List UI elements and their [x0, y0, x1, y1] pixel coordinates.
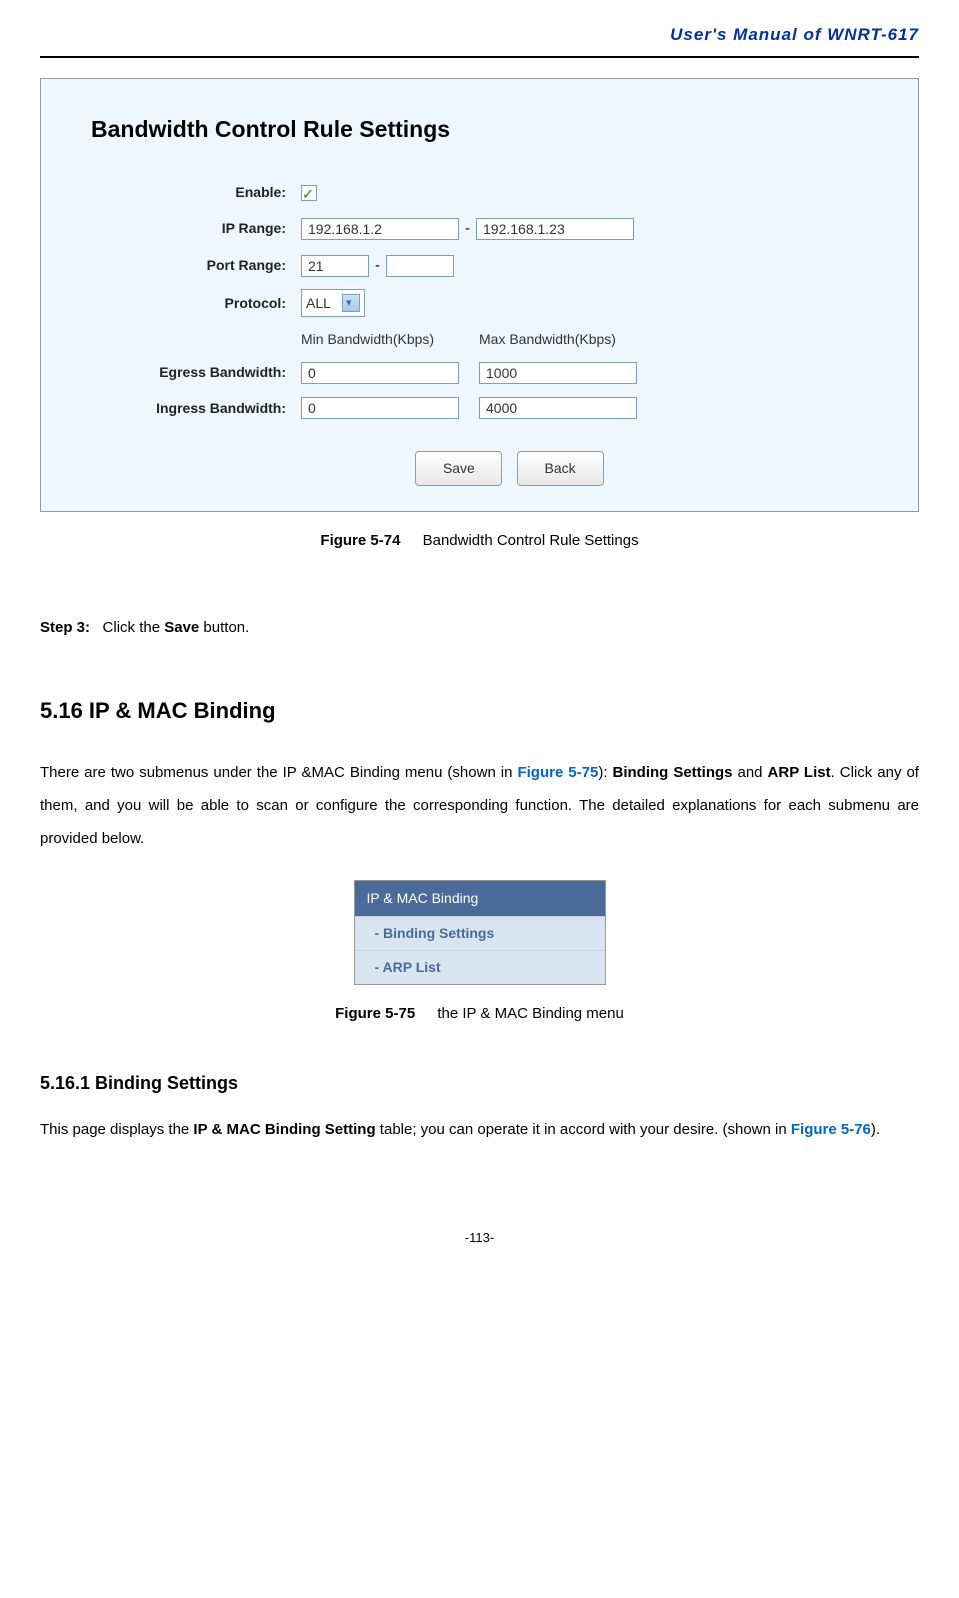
protocol-select[interactable]: ALL	[301, 289, 365, 317]
max-bandwidth-header: Max Bandwidth(Kbps)	[479, 327, 616, 352]
enable-checkbox[interactable]	[301, 185, 317, 201]
header-title: User's Manual of WNRT-617	[40, 20, 919, 51]
menu-item-binding[interactable]: - Binding Settings	[355, 916, 605, 950]
egress-label: Egress Bandwidth:	[61, 360, 301, 385]
step-text-prefix: Click the	[103, 619, 165, 636]
port-range-label: Port Range:	[61, 253, 301, 278]
egress-min-input[interactable]	[301, 362, 459, 384]
figure-text: the IP & MAC Binding menu	[437, 1005, 624, 1022]
panel-title: Bandwidth Control Rule Settings	[91, 109, 898, 150]
ingress-min-input[interactable]	[301, 397, 459, 419]
enable-label: Enable:	[61, 180, 301, 205]
menu-header[interactable]: IP & MAC Binding	[355, 881, 605, 916]
protocol-label: Protocol:	[61, 291, 301, 316]
figure-label: Figure 5-74	[320, 532, 400, 549]
ingress-label: Ingress Bandwidth:	[61, 396, 301, 421]
ip-end-input[interactable]	[476, 218, 634, 240]
section-516-heading: 5.16 IP & MAC Binding	[40, 691, 919, 731]
page-number: -113-	[40, 1226, 919, 1249]
egress-max-input[interactable]	[479, 362, 637, 384]
figure-label: Figure 5-75	[335, 1005, 415, 1022]
menu-screenshot: IP & MAC Binding - Binding Settings - AR…	[354, 880, 606, 986]
figure-caption-575: Figure 5-75 the IP & MAC Binding menu	[40, 1000, 919, 1027]
header-divider	[40, 56, 919, 58]
ip-start-input[interactable]	[301, 218, 459, 240]
ingress-max-input[interactable]	[479, 397, 637, 419]
ip-range-label: IP Range:	[61, 216, 301, 241]
step-bold: Save	[164, 619, 199, 636]
save-button[interactable]: Save	[415, 451, 502, 486]
back-button[interactable]: Back	[517, 451, 604, 486]
protocol-value: ALL	[306, 291, 331, 316]
bandwidth-settings-panel: Bandwidth Control Rule Settings Enable: …	[40, 78, 919, 512]
figure-ref-576[interactable]: Figure 5-76	[791, 1121, 871, 1138]
figure-ref-575[interactable]: Figure 5-75	[517, 764, 598, 781]
section-516-paragraph: There are two submenus under the IP &MAC…	[40, 756, 919, 855]
port-start-input[interactable]	[301, 255, 369, 277]
section-5161-paragraph: This page displays the IP & MAC Binding …	[40, 1114, 919, 1146]
chevron-down-icon	[342, 294, 360, 312]
dash-separator: -	[465, 215, 470, 242]
min-bandwidth-header: Min Bandwidth(Kbps)	[301, 327, 479, 352]
bandwidth-column-headers: Min Bandwidth(Kbps) Max Bandwidth(Kbps)	[301, 327, 898, 352]
menu-item-arp[interactable]: - ARP List	[355, 950, 605, 984]
port-end-input[interactable]	[386, 255, 454, 277]
step-text-suffix: button.	[199, 619, 249, 636]
step-label: Step 3:	[40, 619, 90, 636]
step-3-line: Step 3: Click the Save button.	[40, 614, 919, 641]
section-5161-heading: 5.16.1 Binding Settings	[40, 1067, 919, 1099]
figure-caption-574: Figure 5-74 Bandwidth Control Rule Setti…	[40, 527, 919, 554]
figure-text: Bandwidth Control Rule Settings	[423, 532, 639, 549]
dash-separator: -	[375, 252, 380, 279]
